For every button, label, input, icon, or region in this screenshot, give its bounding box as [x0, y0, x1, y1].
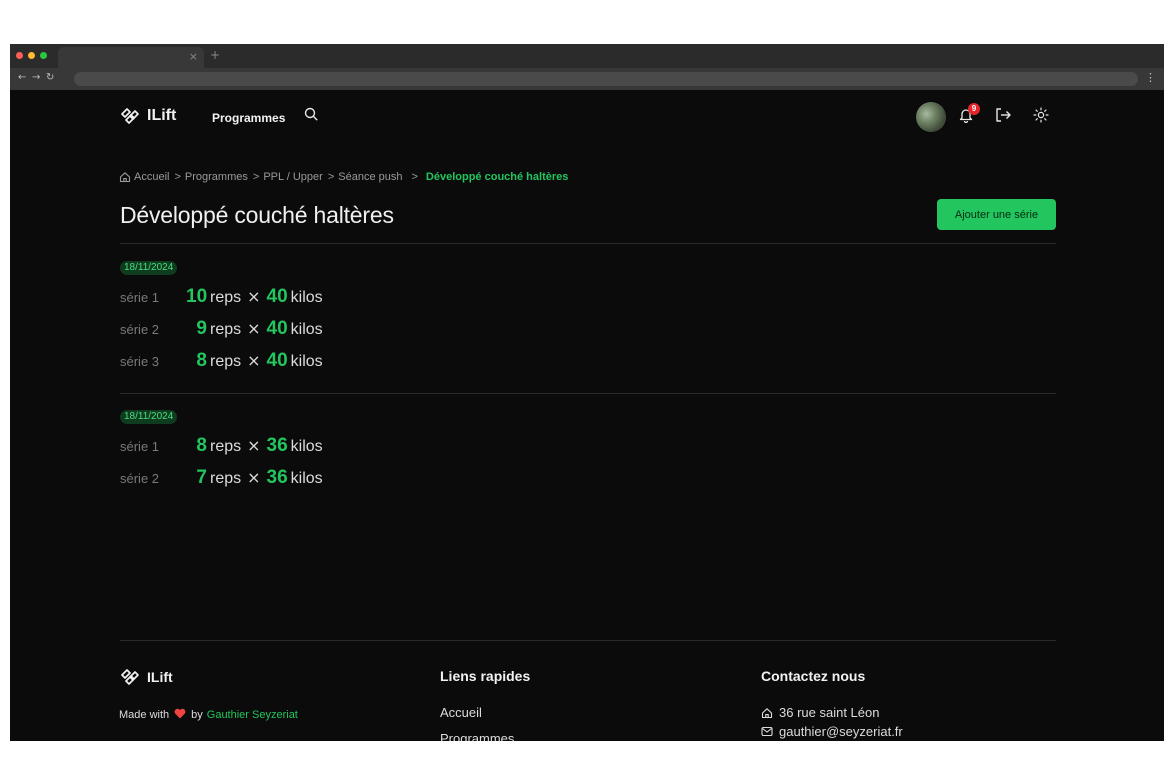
breadcrumb: Accueil > Programmes > PPL / Upper > Séa… [119, 169, 568, 185]
maximize-window-button[interactable] [40, 52, 47, 59]
mail-icon [761, 726, 773, 737]
quick-links-heading: Liens rapides [440, 668, 531, 684]
series-row: série 2 9 reps × 40 kilos [120, 318, 323, 340]
browser-window: × + ← → ↻ ⋮ ILift Programmes 9 Accueil >… [10, 44, 1164, 741]
series-label: série 2 [120, 322, 160, 337]
times-sign: × [247, 287, 261, 306]
avatar[interactable] [916, 102, 946, 132]
kilos-value: 40 [266, 286, 288, 307]
session-date-badge: 18/11/2024 [120, 410, 178, 424]
breadcrumb-separator: > [252, 171, 260, 183]
times-sign: × [247, 351, 261, 370]
divider [120, 243, 1056, 244]
reps-unit: reps [210, 321, 242, 338]
logout-icon[interactable] [995, 108, 1012, 127]
kilos-value: 36 [266, 467, 288, 488]
kilos-unit: kilos [290, 289, 323, 306]
footer-link-programmes[interactable]: Programmes [440, 731, 514, 741]
footer-link-accueil[interactable]: Accueil [440, 705, 482, 720]
breadcrumb-separator: > [327, 171, 335, 183]
reps-unit: reps [210, 470, 242, 487]
series-row: série 3 8 reps × 40 kilos [120, 350, 323, 372]
chain-link-icon [121, 108, 139, 124]
chain-link-icon [121, 669, 139, 685]
browser-tab-bar: × + [10, 44, 1164, 68]
reps-unit: reps [210, 289, 242, 306]
footer-credit: Made with by Gauthier Seyzeriat [119, 708, 298, 722]
series-label: série 1 [120, 290, 160, 305]
series-label: série 3 [120, 354, 160, 369]
series-row: série 1 10 reps × 40 kilos [120, 286, 323, 308]
made-with-text: Made with [119, 709, 170, 721]
address-text: 36 rue saint Léon [779, 705, 880, 720]
contact-address: 36 rue saint Léon [761, 705, 879, 720]
close-icon[interactable]: × [189, 50, 198, 63]
browser-address-bar: ← → ↻ ⋮ [10, 68, 1164, 90]
url-input[interactable] [74, 72, 1138, 86]
breadcrumb-current: Développé couché haltères [425, 171, 569, 183]
breadcrumb-separator: > [411, 171, 418, 183]
nav-link-programmes[interactable]: Programmes [212, 111, 285, 125]
browser-tab[interactable]: × [58, 47, 204, 68]
reps-value: 10 [186, 286, 208, 307]
reps-value: 8 [196, 435, 207, 456]
by-text: by [191, 709, 203, 721]
breadcrumb-label: Accueil [134, 171, 170, 183]
kilos-unit: kilos [290, 470, 323, 487]
kilos-value: 36 [266, 435, 288, 456]
minimize-window-button[interactable] [28, 52, 35, 59]
breadcrumb-item-seance-push[interactable]: Séance push [338, 171, 402, 183]
reps-unit: reps [210, 353, 242, 370]
notification-badge: 9 [968, 103, 980, 115]
more-menu-icon[interactable]: ⋮ [1145, 71, 1156, 84]
reps-unit: reps [210, 438, 242, 455]
add-series-button[interactable]: Ajouter une série [937, 199, 1056, 230]
reload-icon[interactable]: ↻ [46, 72, 54, 83]
series-row: série 1 8 reps × 36 kilos [120, 435, 323, 457]
footer-divider [120, 640, 1056, 641]
breadcrumb-item-programmes[interactable]: Programmes [185, 171, 248, 183]
reps-value: 9 [196, 318, 207, 339]
kilos-value: 40 [266, 350, 288, 371]
series-label: série 2 [120, 471, 160, 486]
brand-logo[interactable]: ILift [119, 106, 176, 126]
home-icon [119, 172, 131, 183]
heart-icon [174, 708, 186, 722]
close-window-button[interactable] [16, 52, 23, 59]
contact-email[interactable]: gauthier@seyzeriat.fr [761, 724, 903, 739]
kilos-unit: kilos [290, 353, 323, 370]
sun-icon[interactable] [1033, 107, 1049, 128]
author-link[interactable]: Gauthier Seyzeriat [207, 709, 298, 721]
footer-brand: ILift [119, 667, 173, 687]
kilos-unit: kilos [290, 438, 323, 455]
footer-brand-name: ILift [147, 669, 173, 685]
breadcrumb-item-accueil[interactable]: Accueil [119, 171, 169, 183]
kilos-unit: kilos [290, 321, 323, 338]
times-sign: × [247, 468, 261, 487]
forward-arrow-icon[interactable]: → [32, 72, 40, 83]
email-text: gauthier@seyzeriat.fr [779, 724, 903, 739]
plus-icon[interactable]: + [210, 48, 220, 62]
kilos-value: 40 [266, 318, 288, 339]
breadcrumb-separator: > [174, 171, 181, 183]
session-date-badge: 18/11/2024 [120, 261, 178, 275]
contact-heading: Contactez nous [761, 668, 866, 684]
times-sign: × [247, 319, 261, 338]
page-title: Développé couché haltères [120, 202, 394, 228]
reps-value: 7 [196, 467, 207, 488]
divider [120, 393, 1056, 394]
series-row: série 2 7 reps × 36 kilos [120, 467, 323, 489]
breadcrumb-item-ppl-upper[interactable]: PPL / Upper [263, 171, 323, 183]
times-sign: × [247, 436, 261, 455]
brand-name: ILift [147, 107, 177, 124]
back-arrow-icon[interactable]: ← [18, 72, 26, 83]
reps-value: 8 [196, 350, 207, 371]
home-icon [761, 707, 773, 718]
search-icon[interactable] [304, 107, 318, 126]
series-label: série 1 [120, 439, 160, 454]
